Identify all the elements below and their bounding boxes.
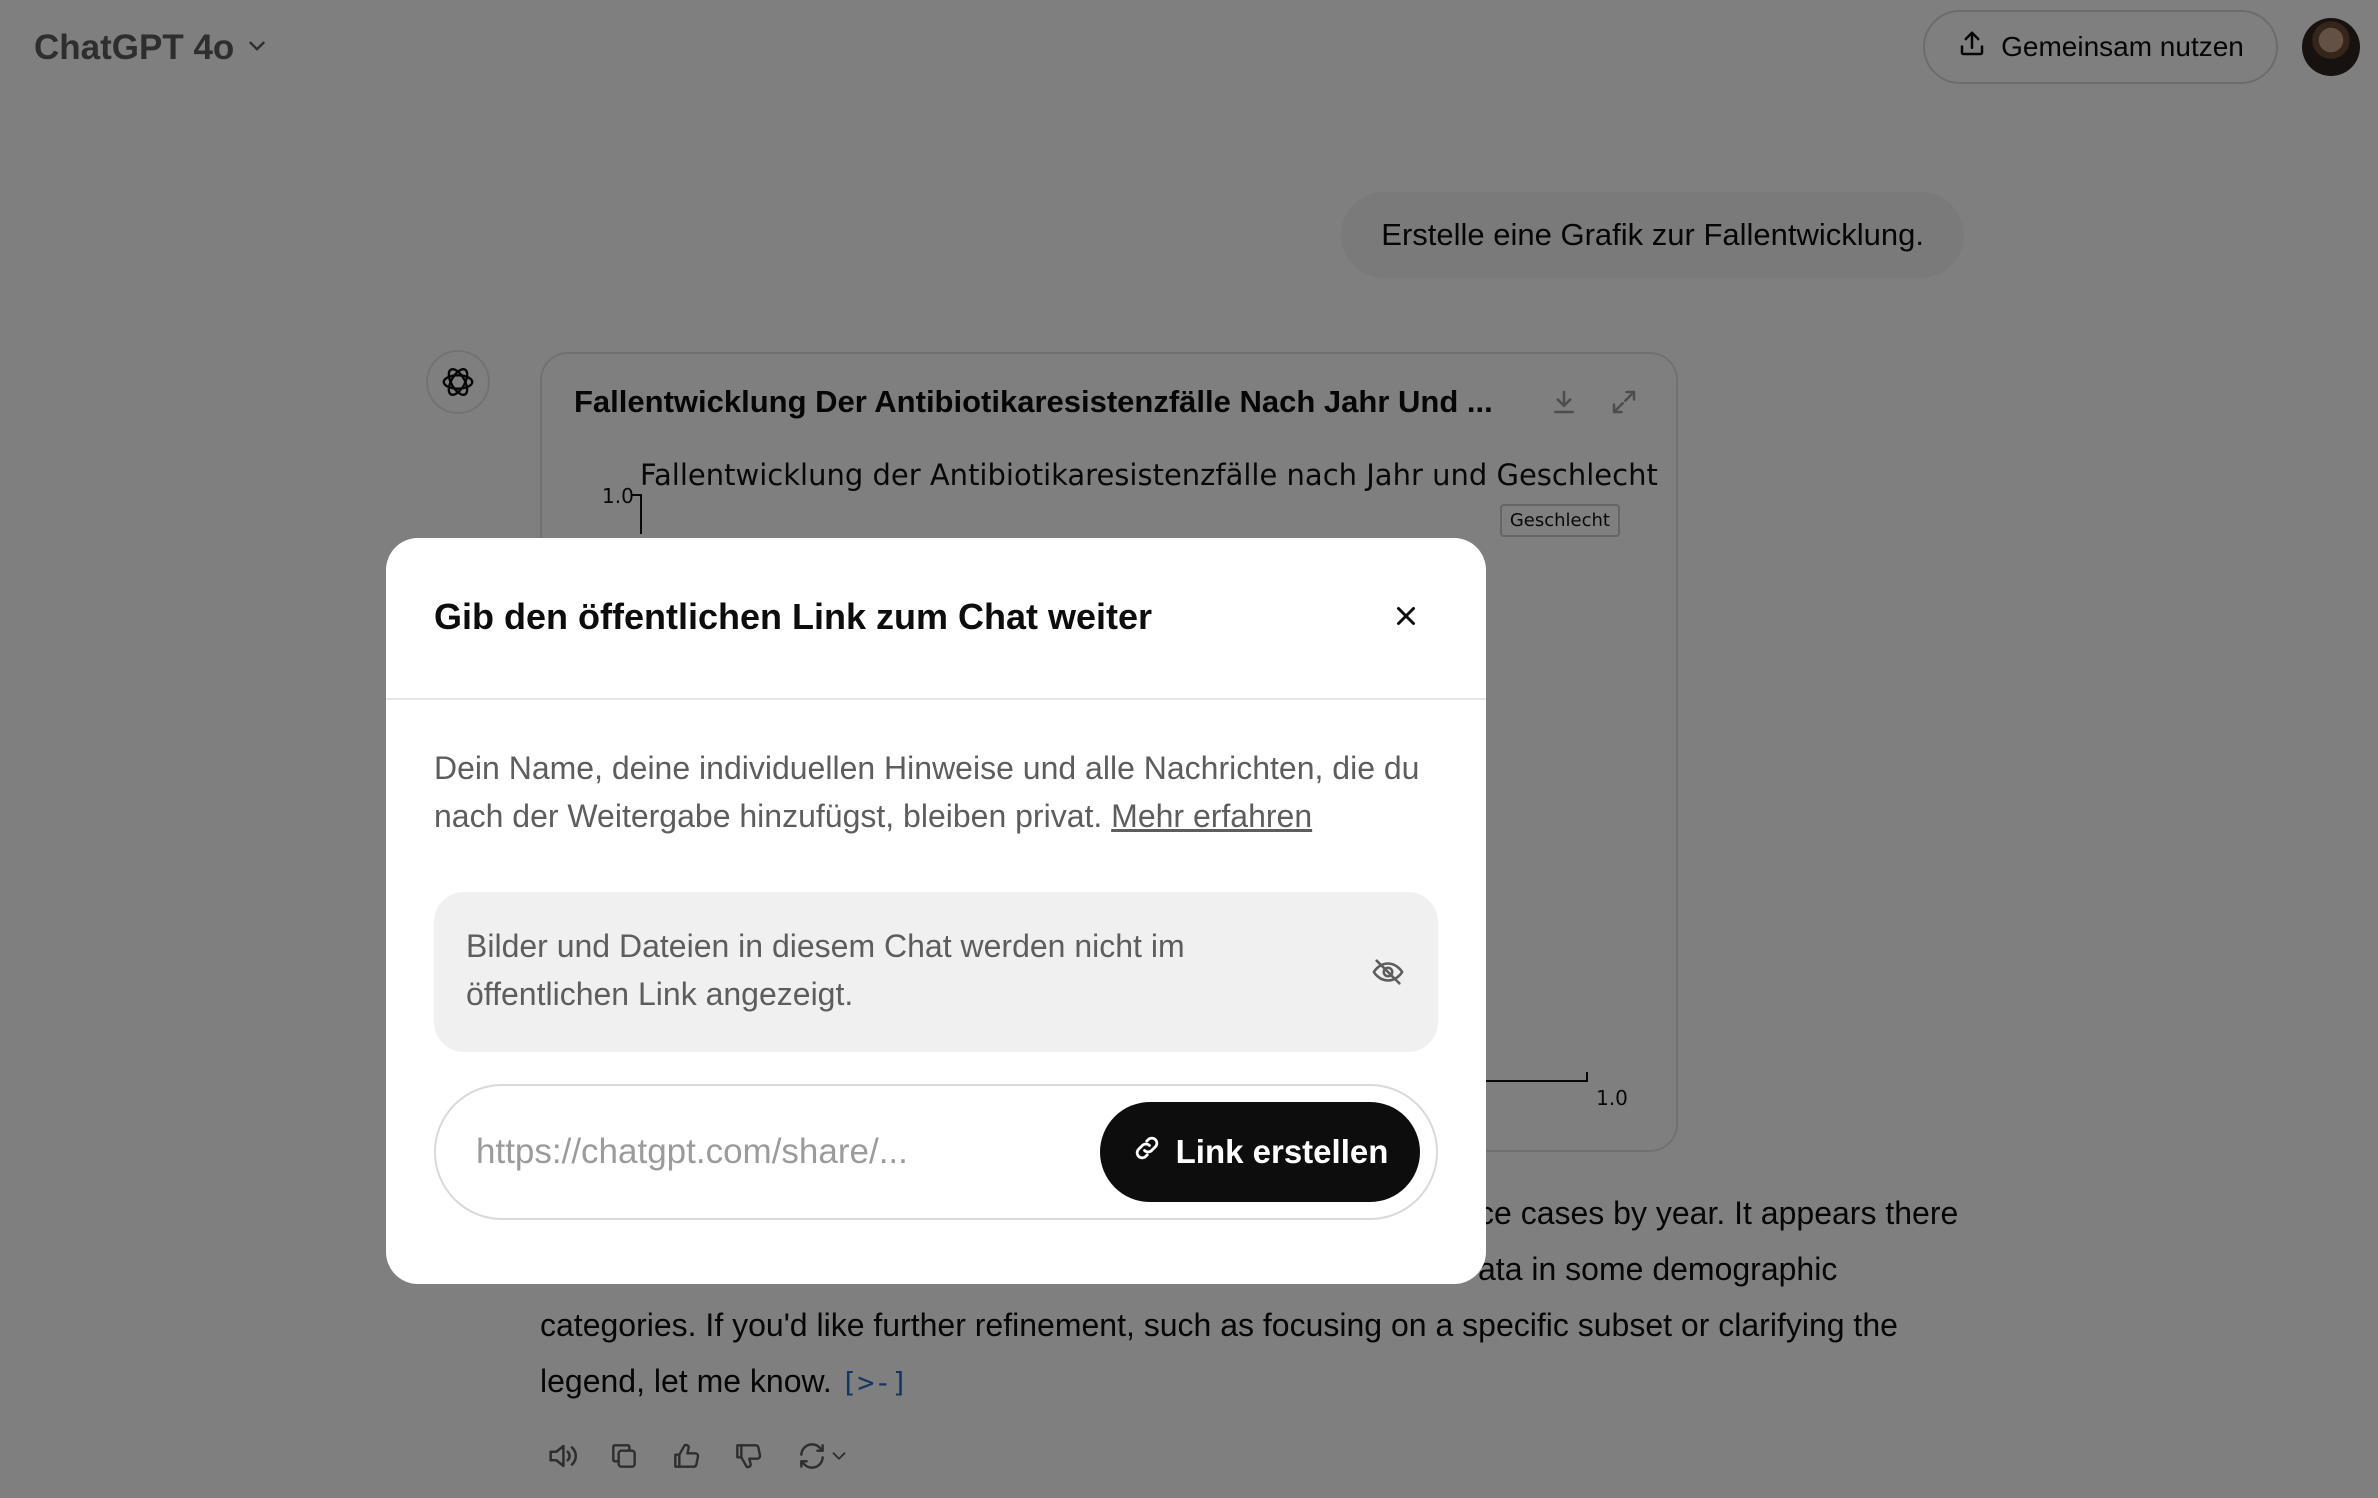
share-link-row: Link erstellen xyxy=(434,1084,1438,1220)
share-link-dialog: Gib den öffentlichen Link zum Chat weite… xyxy=(386,538,1486,1284)
privacy-notice: Bilder und Dateien in diesem Chat werden… xyxy=(434,892,1438,1052)
eye-off-icon xyxy=(1368,952,1408,992)
divider xyxy=(386,698,1486,700)
share-link-input[interactable] xyxy=(476,1120,1056,1184)
notice-text: Bilder und Dateien in diesem Chat werden… xyxy=(466,928,1185,1012)
close-button[interactable] xyxy=(1376,588,1436,648)
dialog-description: Dein Name, deine individuellen Hinweise … xyxy=(434,744,1444,840)
dialog-title: Gib den öffentlichen Link zum Chat weite… xyxy=(434,596,1153,637)
learn-more-link[interactable]: Mehr erfahren xyxy=(1111,798,1312,834)
close-icon xyxy=(1391,601,1421,636)
create-link-label: Link erstellen xyxy=(1175,1133,1389,1170)
create-link-button[interactable]: Link erstellen xyxy=(1100,1102,1420,1202)
link-icon xyxy=(1132,1133,1162,1171)
